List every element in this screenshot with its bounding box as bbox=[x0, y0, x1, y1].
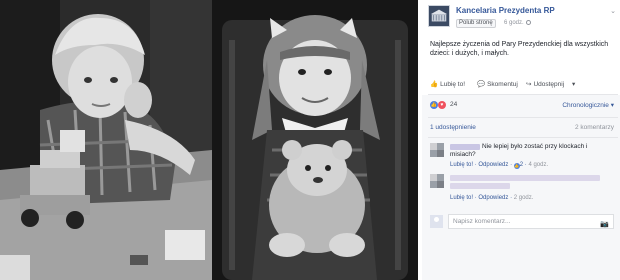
comment-time[interactable]: 4 godz. bbox=[528, 162, 548, 168]
share-button[interactable]: ↪ Udostępnij bbox=[526, 80, 564, 88]
divider bbox=[428, 137, 618, 138]
photo-boy-with-blocks[interactable] bbox=[0, 0, 212, 280]
comment-composer: Napisz komentarz... 📷 bbox=[430, 214, 614, 230]
comment-time[interactable]: 2 godz. bbox=[514, 195, 534, 201]
blurred-pixel bbox=[437, 150, 444, 157]
chevron-down-icon[interactable]: ⌄ bbox=[610, 7, 616, 15]
share-icon: ↪ bbox=[526, 81, 532, 88]
comment-icon: 💬 bbox=[477, 81, 486, 88]
globe-icon bbox=[525, 20, 531, 25]
like-button[interactable]: 👍 Lubię to! bbox=[430, 80, 465, 88]
comment-text: Nie lepiej było zostać przy klockach i m… bbox=[450, 143, 588, 158]
reactions-count[interactable]: 24 bbox=[450, 101, 457, 108]
commenter-avatar[interactable] bbox=[430, 174, 444, 188]
comment-item: Nie lepiej było zostać przy klockach i m… bbox=[430, 143, 614, 173]
photo-girl-with-teddy[interactable] bbox=[212, 0, 418, 280]
thumbs-up-icon: 👍 bbox=[430, 81, 439, 88]
comment-text-blurred bbox=[450, 183, 510, 189]
stats-row: 1 udostępnienie 2 komentarzy bbox=[430, 124, 614, 134]
follow-page-button[interactable]: Polub stronę bbox=[456, 19, 496, 28]
user-avatar bbox=[430, 215, 443, 228]
comment-reply-link[interactable]: Odpowiedz bbox=[478, 162, 508, 168]
comment-input[interactable]: Napisz komentarz... 📷 bbox=[448, 214, 614, 229]
post-time-text: 6 godz. bbox=[504, 20, 524, 26]
comment-button[interactable]: 💬 Skomentuj bbox=[477, 80, 518, 88]
comments-count: 2 komentarzy bbox=[574, 124, 614, 131]
post-header: Kancelaria Prezydenta RP Polub stronę 6 … bbox=[428, 5, 616, 29]
reactions-row: 👍 ♥ 24 Chronologicznie ▾ bbox=[430, 101, 614, 111]
comment-text-blurred bbox=[450, 175, 600, 181]
blurred-pixel bbox=[430, 174, 437, 181]
blurred-pixel bbox=[430, 143, 437, 150]
post-panel: Kancelaria Prezydenta RP Polub stronę 6 … bbox=[422, 0, 620, 280]
comment-reply-link[interactable]: Odpowiedz bbox=[478, 195, 508, 201]
like-button-label: Lubię to! bbox=[440, 81, 466, 88]
comment-like-link[interactable]: Lubię to! bbox=[450, 195, 473, 201]
divider bbox=[428, 117, 618, 118]
photo-boy-image bbox=[0, 0, 212, 280]
comment-likes-count[interactable]: 2 bbox=[520, 162, 523, 168]
photo-girl-image bbox=[212, 0, 418, 280]
building-icon bbox=[429, 6, 449, 26]
screenshot: Kancelaria Prezydenta RP Polub stronę 6 … bbox=[0, 0, 620, 280]
comment-meta: Lubię to! · Odpowiedz · 2 godz. bbox=[450, 195, 534, 201]
comment-sort-dropdown[interactable]: Chronologicznie ▾ bbox=[562, 101, 614, 109]
page-name[interactable]: Kancelaria Prezydenta RP bbox=[456, 6, 555, 15]
comment-meta: Lubię to! · Odpowiedz · 👍2 · 4 godz. bbox=[450, 162, 549, 169]
post-time[interactable]: 6 godz. bbox=[504, 20, 531, 26]
share-options-chevron-icon[interactable]: ▾ bbox=[572, 80, 575, 88]
divider bbox=[428, 94, 618, 95]
comment-input-placeholder: Napisz komentarz... bbox=[453, 218, 511, 225]
comment-like-link[interactable]: Lubię to! bbox=[450, 162, 473, 168]
shares-count[interactable]: 1 udostępnienie bbox=[430, 124, 476, 131]
share-button-label: Udostępnij bbox=[533, 81, 565, 88]
comment-button-label: Skomentuj bbox=[487, 81, 518, 88]
post-actions: 👍 Lubię to! 💬 Skomentuj ↪ Udostępnij ▾ bbox=[422, 80, 620, 92]
post-text: Najlepsze życzenia od Pary Prezydenckiej… bbox=[430, 41, 609, 57]
like-reaction-icon[interactable]: 👍 bbox=[430, 101, 438, 109]
comment-item: Lubię to! · Odpowiedz · 2 godz. bbox=[430, 174, 614, 206]
page-avatar[interactable] bbox=[428, 5, 450, 27]
love-reaction-icon[interactable]: ♥ bbox=[438, 101, 446, 109]
camera-icon[interactable]: 📷 bbox=[600, 218, 609, 231]
blurred-pixel bbox=[437, 181, 444, 188]
commenter-avatar[interactable] bbox=[430, 143, 444, 157]
